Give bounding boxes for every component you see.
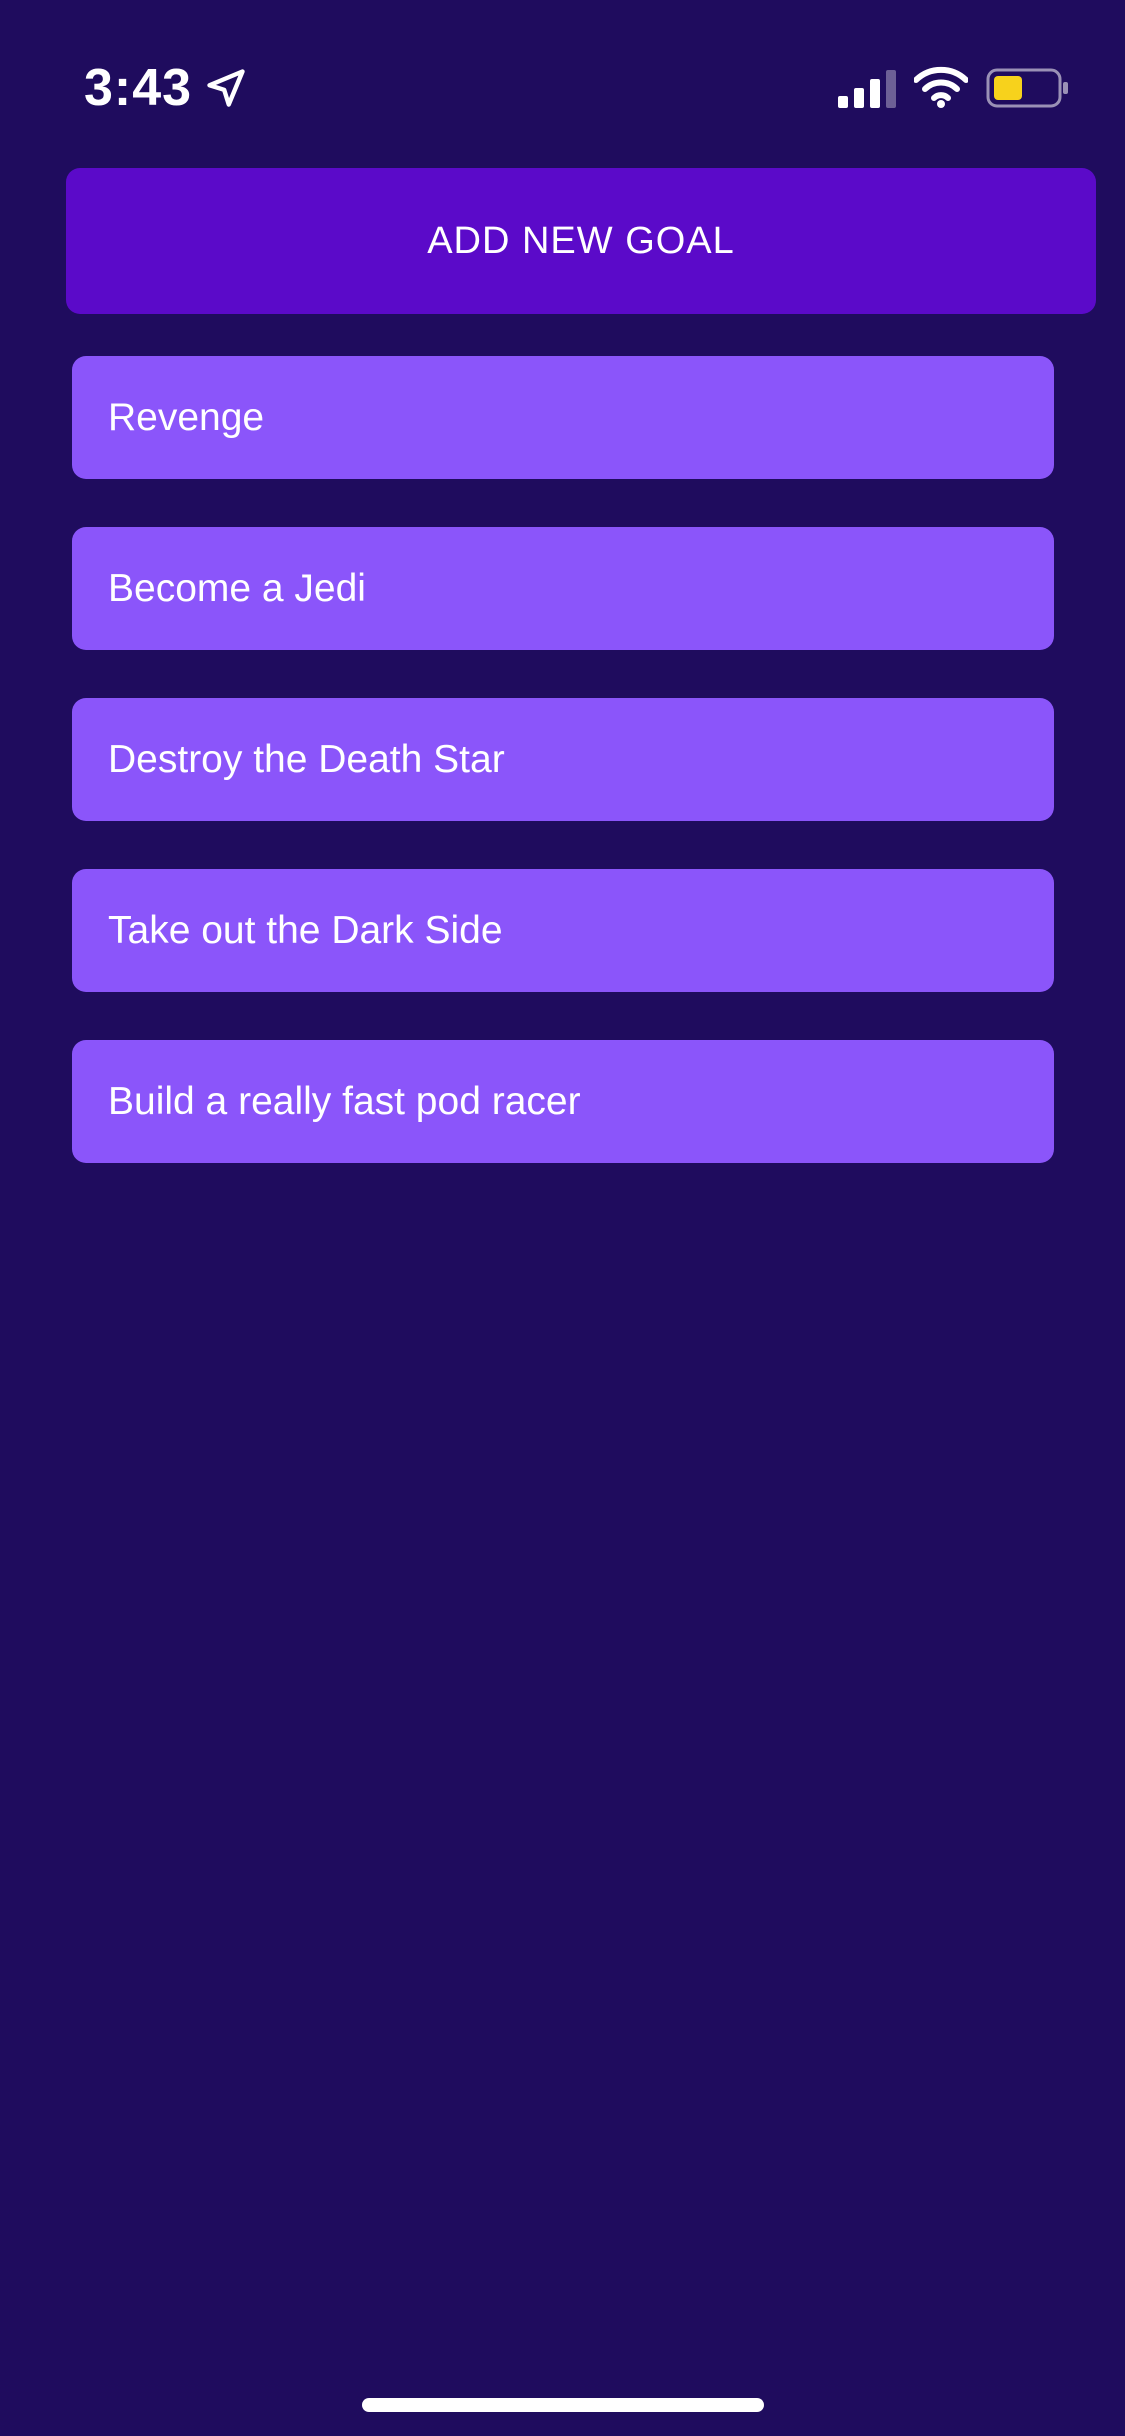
cellular-signal-icon <box>838 70 896 108</box>
status-time: 3:43 <box>84 59 193 117</box>
location-arrow-icon <box>207 69 245 107</box>
add-new-goal-button[interactable]: ADD NEW GOAL <box>66 168 1096 314</box>
home-indicator[interactable] <box>362 2398 764 2412</box>
goal-item[interactable]: Build a really fast pod racer <box>72 1040 1054 1163</box>
goal-item[interactable]: Destroy the Death Star <box>72 698 1054 821</box>
wifi-icon <box>914 66 968 108</box>
goal-list: Revenge Become a Jedi Destroy the Death … <box>72 356 1054 1211</box>
goal-item[interactable]: Take out the Dark Side <box>72 869 1054 992</box>
status-bar: 3:43 <box>0 0 1125 150</box>
battery-icon <box>986 68 1068 108</box>
goal-item[interactable]: Revenge <box>72 356 1054 479</box>
goal-item[interactable]: Become a Jedi <box>72 527 1054 650</box>
